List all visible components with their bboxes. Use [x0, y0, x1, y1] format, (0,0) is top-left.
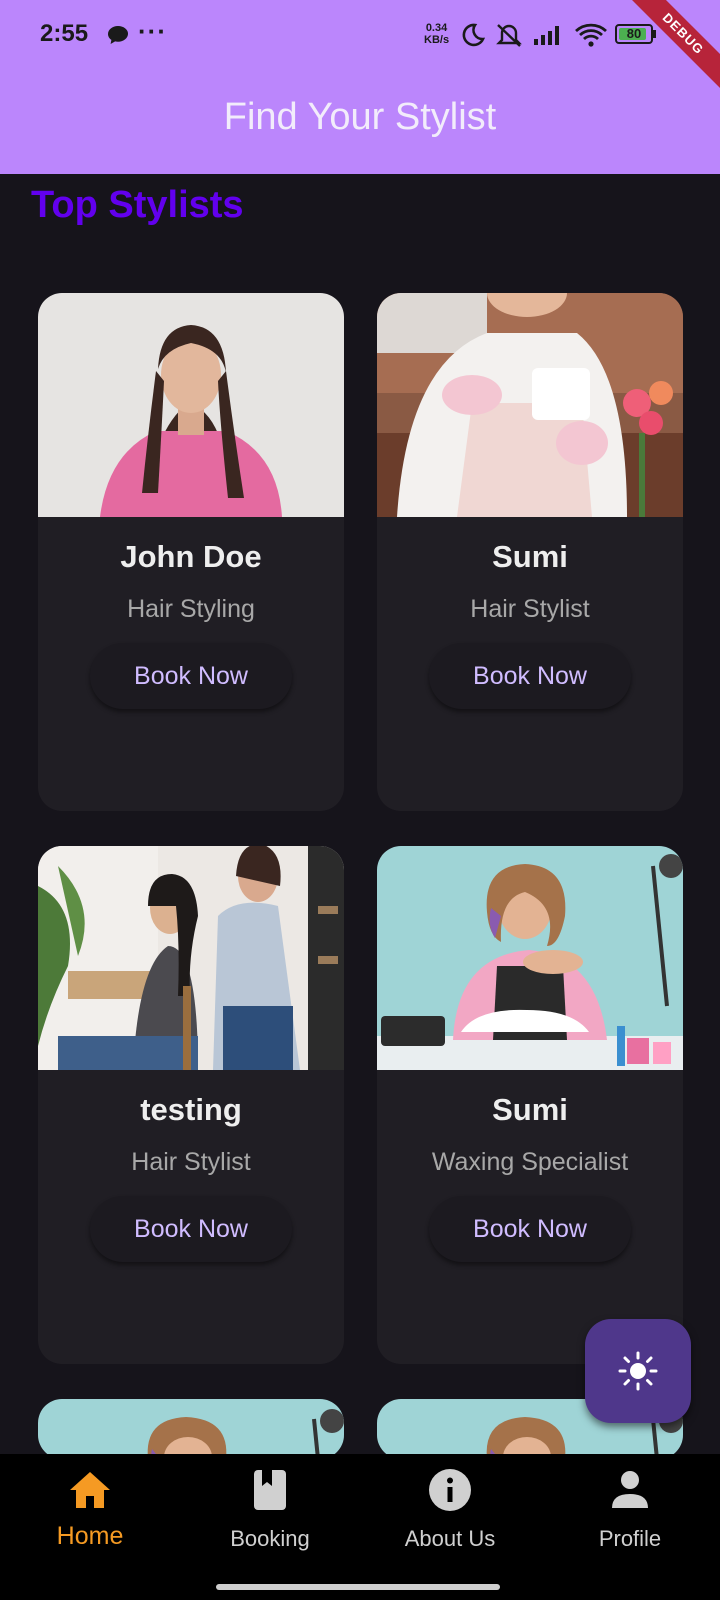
stylist-specialty: Hair Styling [127, 595, 255, 623]
mute-icon [494, 22, 524, 53]
book-now-button[interactable]: Book Now [429, 643, 631, 709]
moon-icon [460, 22, 486, 53]
stylist-specialty: Waxing Specialist [431, 1148, 629, 1176]
book-now-button[interactable]: Book Now [90, 643, 292, 709]
network-speed: 0.34 KB/s [424, 22, 449, 46]
book-now-button[interactable]: Book Now [429, 1196, 631, 1262]
home-icon [70, 1472, 110, 1508]
person-icon [612, 1471, 648, 1508]
stylist-card[interactable] [38, 1399, 344, 1459]
theme-toggle-button[interactable] [585, 1319, 691, 1423]
nav-label: Home [56, 1522, 124, 1550]
stylist-name: testing [140, 1092, 242, 1127]
chat-bubble-icon [106, 24, 130, 51]
stylist-specialty: Hair Stylist [470, 595, 590, 623]
nav-item-about-us[interactable]: About Us [360, 1454, 540, 1574]
status-bar: 2:55 ··· 0.34 KB/s 80 [0, 0, 720, 72]
stylist-name: Sumi [492, 539, 568, 574]
info-icon [429, 1469, 471, 1511]
book-icon [254, 1470, 286, 1510]
home-indicator[interactable] [216, 1584, 500, 1590]
stylist-card[interactable]: Sumi Waxing Specialist Book Now [377, 846, 683, 1364]
sun-icon [618, 1351, 658, 1391]
nav-item-booking[interactable]: Booking [180, 1454, 360, 1574]
nav-label: About Us [404, 1526, 496, 1551]
section-title: Top Stylists [31, 184, 244, 226]
page-title: Find Your Stylist [223, 96, 497, 138]
stylist-name: John Doe [120, 539, 262, 574]
stylist-specialty: Hair Stylist [131, 1148, 251, 1176]
stylist-photo [377, 293, 683, 517]
stylist-photo [38, 293, 344, 517]
book-now-button[interactable]: Book Now [90, 1196, 292, 1262]
battery-tip [653, 30, 656, 38]
stylist-card[interactable]: testing Hair Stylist Book Now [38, 846, 344, 1364]
battery-indicator: 80 [615, 24, 653, 44]
stylist-photo [38, 1399, 344, 1459]
network-speed-value: 0.34 [425, 22, 448, 34]
stylist-photo [38, 846, 344, 1070]
nav-item-profile[interactable]: Profile [540, 1454, 720, 1574]
stylist-card[interactable]: John Doe Hair Styling Book Now [38, 293, 344, 811]
stylist-name: Sumi [492, 1092, 568, 1127]
bottom-navigation: Home Booking About Us Profile [0, 1454, 720, 1600]
status-time: 2:55 [40, 20, 89, 47]
more-notifications-icon: ··· [138, 16, 167, 46]
battery-level: 80 [626, 26, 642, 41]
network-speed-unit: KB/s [424, 34, 450, 46]
nav-label: Profile [598, 1526, 662, 1551]
stylist-photo [377, 846, 683, 1070]
wifi-icon [574, 22, 608, 53]
app-header: 2:55 ··· 0.34 KB/s 80 DEBUG Find Your St… [0, 0, 720, 174]
signal-icon [532, 24, 564, 51]
nav-item-home[interactable]: Home [0, 1454, 180, 1574]
nav-label: Booking [230, 1526, 310, 1551]
stylist-card[interactable]: Sumi Hair Stylist Book Now [377, 293, 683, 811]
